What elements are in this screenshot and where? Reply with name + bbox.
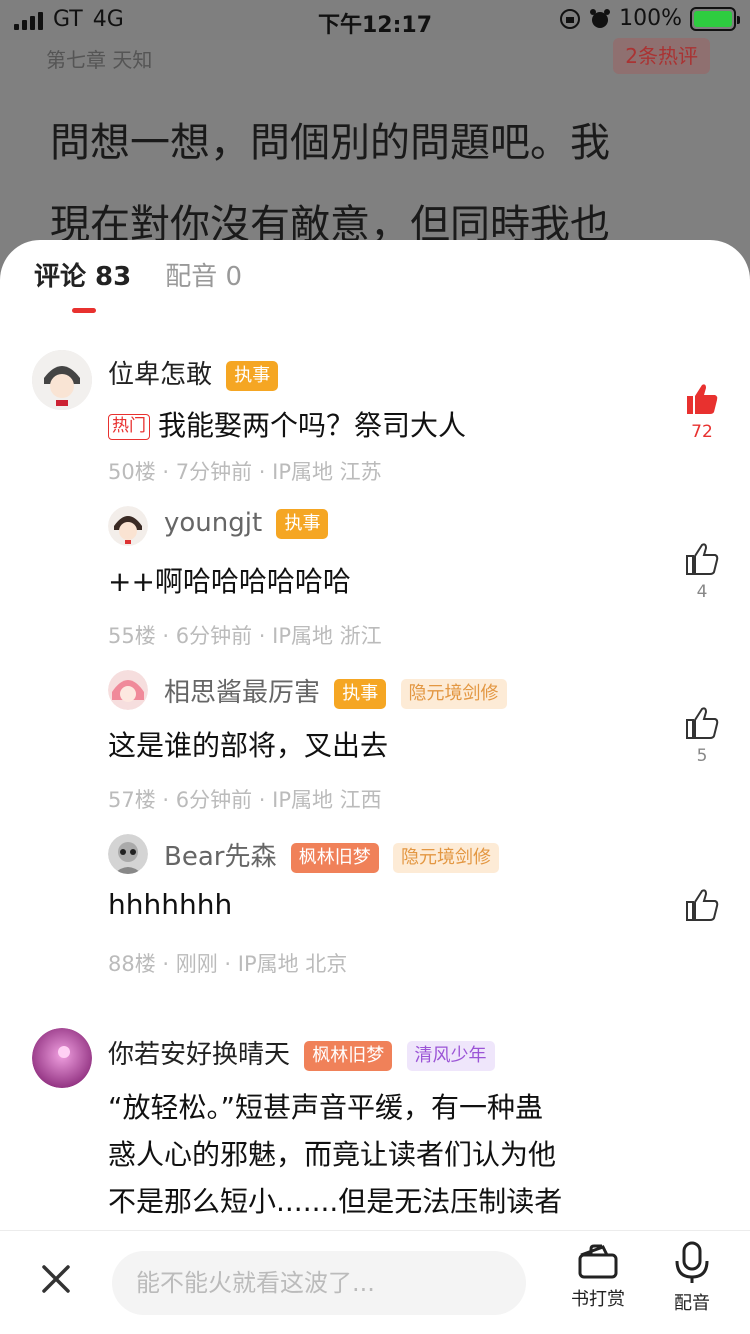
avatar[interactable] [108,506,148,546]
close-icon[interactable] [36,1259,76,1299]
level-badge: 隐元境剑修 [393,842,499,873]
tab-comments[interactable]: 评论 83 [34,256,131,313]
role-badge: 执事 [334,678,387,709]
microphone-icon [675,1241,709,1283]
book-reward-button[interactable]: 书打赏 [558,1241,638,1311]
status-bar: GT 4G 下午12:17 100% [0,0,750,40]
dubbing-label: 配音 [674,1293,710,1314]
username[interactable]: 相思酱最厉害 执事 隐元境剑修 [164,672,507,709]
tab-dubbing[interactable]: 配音 0 [165,256,242,293]
thumbs-up-icon [686,707,719,739]
thumbs-up-icon [686,889,719,921]
hot-comments-chip[interactable]: 2条热评 [613,38,710,74]
reader-line: 問想一想，問個別的問題吧。我 [50,120,610,166]
username[interactable]: 你若安好换晴天 枫林旧梦 清风少年 [108,1034,495,1071]
username[interactable]: youngjt 执事 [164,508,329,539]
comment-text[interactable]: “放轻松。”短甚声音平缓，有一种蛊 惑人心的邪魅，而竟让读者们认为他 不是那么短… [108,1084,648,1225]
comment-meta: 57楼 · 6分钟前 · IP属地 江西 [108,788,382,812]
comment-meta: 55楼 · 6分钟前 · IP属地 浙江 [108,624,382,648]
username[interactable]: Bear先森 枫林旧梦 隐元境剑修 [164,836,499,873]
avatar[interactable] [32,1028,92,1088]
comment-line: “放轻松。”短甚声音平缓，有一种蛊 [108,1091,544,1124]
avatar[interactable] [108,670,148,710]
comment-input[interactable]: 能不能火就看这波了... [112,1251,526,1315]
battery-icon [690,6,740,31]
like-button[interactable] [682,888,722,922]
like-button[interactable]: 5 [682,706,722,766]
role-badge: 执事 [276,508,329,539]
level-badge: 清风少年 [406,1040,495,1071]
battery-percent: 100% [619,6,682,31]
book-reward-label: 书打赏 [571,1289,625,1310]
comments-sheet: 评论 83 配音 0 位卑怎敢 执事 热门 我能娶两个吗？祭司大人 50楼 · 7… [0,240,750,1334]
like-count: 4 [696,582,708,602]
comment-meta: 88楼 · 刚刚 · IP属地 北京 [108,952,348,976]
fan-badge: 枫林旧梦 [304,1040,393,1071]
comment-text[interactable]: 热门 我能娶两个吗？祭司大人 [108,404,466,444]
sheet-tabs: 评论 83 配音 0 [34,256,242,313]
dubbing-button[interactable]: 配音 [652,1241,732,1315]
comment-line: 惑人心的邪魅，而竟让读者们认为他 [108,1138,557,1171]
username[interactable]: 位卑怎敢 执事 [108,354,279,391]
comment-text[interactable]: 这是谁的部将，叉出去 [108,724,388,764]
thumbs-up-icon [687,384,718,414]
like-count: 72 [691,422,713,442]
role-badge: 执事 [226,360,279,391]
hot-tag: 热门 [108,414,150,440]
status-right: 100% [559,6,740,31]
level-badge: 隐元境剑修 [400,678,507,709]
comment-meta: 50楼 · 7分钟前 · IP属地 江苏 [108,460,382,484]
thumbs-up-icon [686,543,719,575]
like-button[interactable]: 4 [682,542,722,602]
comment-input-bar: 能不能火就看这波了... 书打赏 配音 [0,1230,750,1334]
avatar[interactable] [108,834,148,874]
like-count: 5 [696,746,708,766]
comment-text[interactable]: hhhhhhh [108,888,232,921]
avatar[interactable] [32,350,92,410]
comment-text[interactable]: ++啊哈哈哈哈哈哈 [108,560,351,600]
fan-badge: 枫林旧梦 [290,842,379,873]
rotation-lock-icon [560,8,581,29]
alarm-icon [590,8,611,28]
comment-line: 不是那么短小.......但是无法压制读者 [108,1185,563,1218]
chapter-title: 第七章 天知 [46,48,153,72]
like-button[interactable]: 72 [682,382,722,442]
wallet-icon [578,1244,618,1279]
